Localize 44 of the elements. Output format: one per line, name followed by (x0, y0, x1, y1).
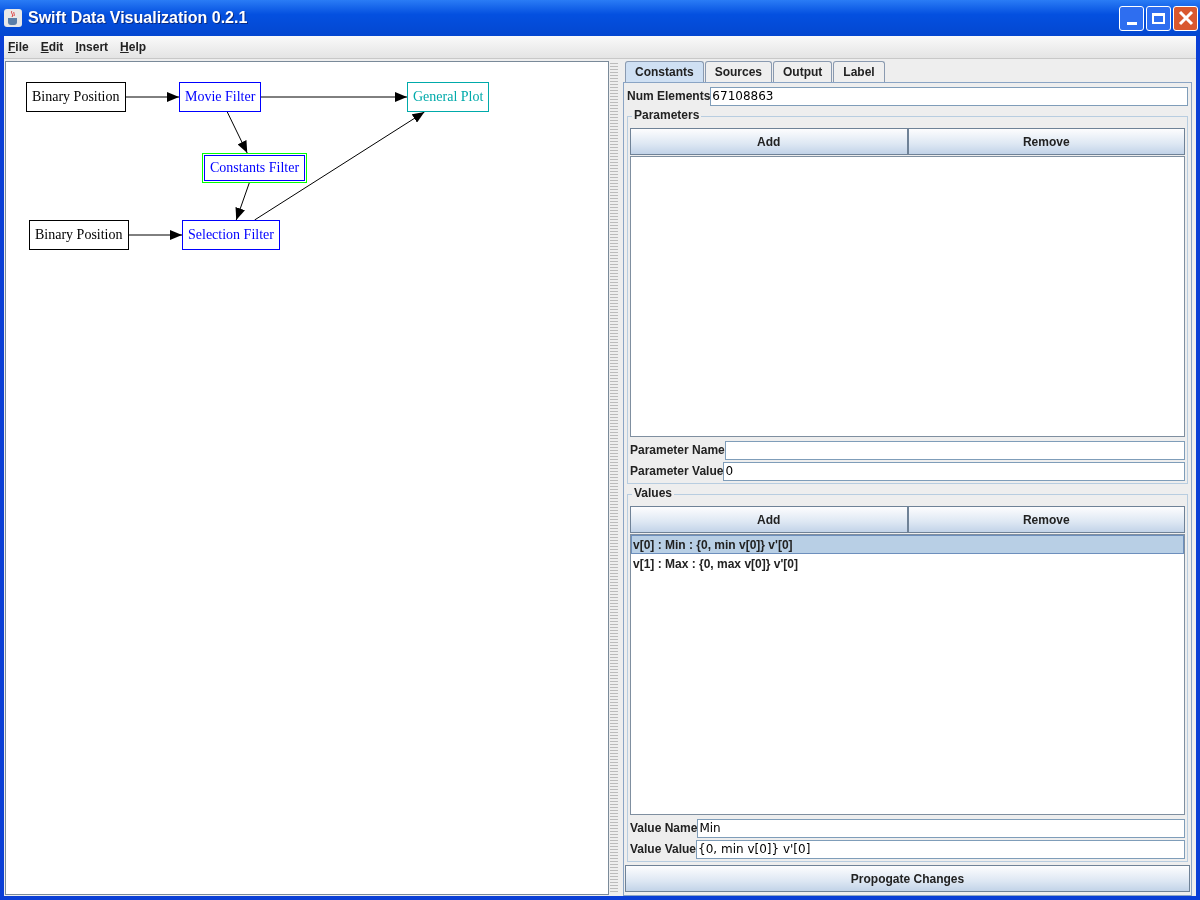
field-label: Value Value (630, 842, 697, 856)
list-item[interactable]: v[0] : Min : {0, min v[0]} v'[0] (631, 535, 1184, 554)
graph-node[interactable]: Binary Position (29, 220, 129, 250)
tab[interactable]: Sources (704, 61, 773, 82)
connector-arrow (226, 111, 248, 154)
connector-arrow (128, 230, 183, 240)
maximize-button[interactable] (1146, 5, 1171, 31)
input-field[interactable]: 67108863 (710, 86, 1188, 106)
menu-item[interactable]: File (8, 40, 29, 54)
connector-arrow (235, 182, 250, 221)
group-title: Parameters (632, 108, 702, 122)
tab[interactable]: Label (833, 61, 885, 82)
graph-node[interactable]: Constants Filter (202, 153, 308, 183)
window-title: Swift Data Visualization 0.2.1 (28, 9, 249, 27)
list-item[interactable]: v[1] : Max : {0, max v[0]} v'[0] (631, 554, 1184, 573)
add-button[interactable]: Add (630, 128, 908, 155)
tab[interactable]: Constants (625, 61, 704, 82)
graph-node[interactable]: Binary Position (26, 82, 126, 112)
input-field[interactable]: {0, min v[0]} v'[0] (696, 839, 1185, 859)
close-icon (1177, 10, 1194, 26)
field-label: Parameter Value (630, 464, 724, 478)
tab[interactable]: Output (773, 61, 833, 82)
input-field[interactable] (724, 440, 1185, 460)
menu-item[interactable]: Insert (75, 40, 109, 54)
field-label: Parameter Name (630, 443, 725, 457)
list-box[interactable]: v[0] : Min : {0, min v[0]} v'[0] v[1] : Max : {0, max v[0]} v'[0] (630, 534, 1185, 815)
input-field[interactable]: Min (697, 818, 1185, 838)
connector-arrow (125, 92, 180, 102)
minimize-button[interactable] (1119, 5, 1144, 31)
close-button[interactable] (1173, 5, 1198, 31)
field-label: Value Name (630, 821, 698, 835)
propagate-button[interactable]: Propogate Changes (625, 865, 1190, 892)
java-cup-icon (4, 9, 22, 27)
remove-button[interactable]: Remove (907, 506, 1185, 533)
remove-button[interactable]: Remove (907, 128, 1185, 155)
menu-item[interactable]: Help (120, 40, 147, 54)
field-label: Num Elements (627, 89, 711, 103)
graph-node[interactable]: Movie Filter (179, 82, 262, 112)
splitter-handle[interactable] (610, 61, 618, 894)
group-title: Values (632, 486, 675, 500)
graph-node[interactable]: Selection Filter (182, 220, 280, 250)
add-button[interactable]: Add (630, 506, 908, 533)
input-field[interactable]: 0 (723, 461, 1185, 481)
menu-item[interactable]: Edit (40, 40, 64, 54)
